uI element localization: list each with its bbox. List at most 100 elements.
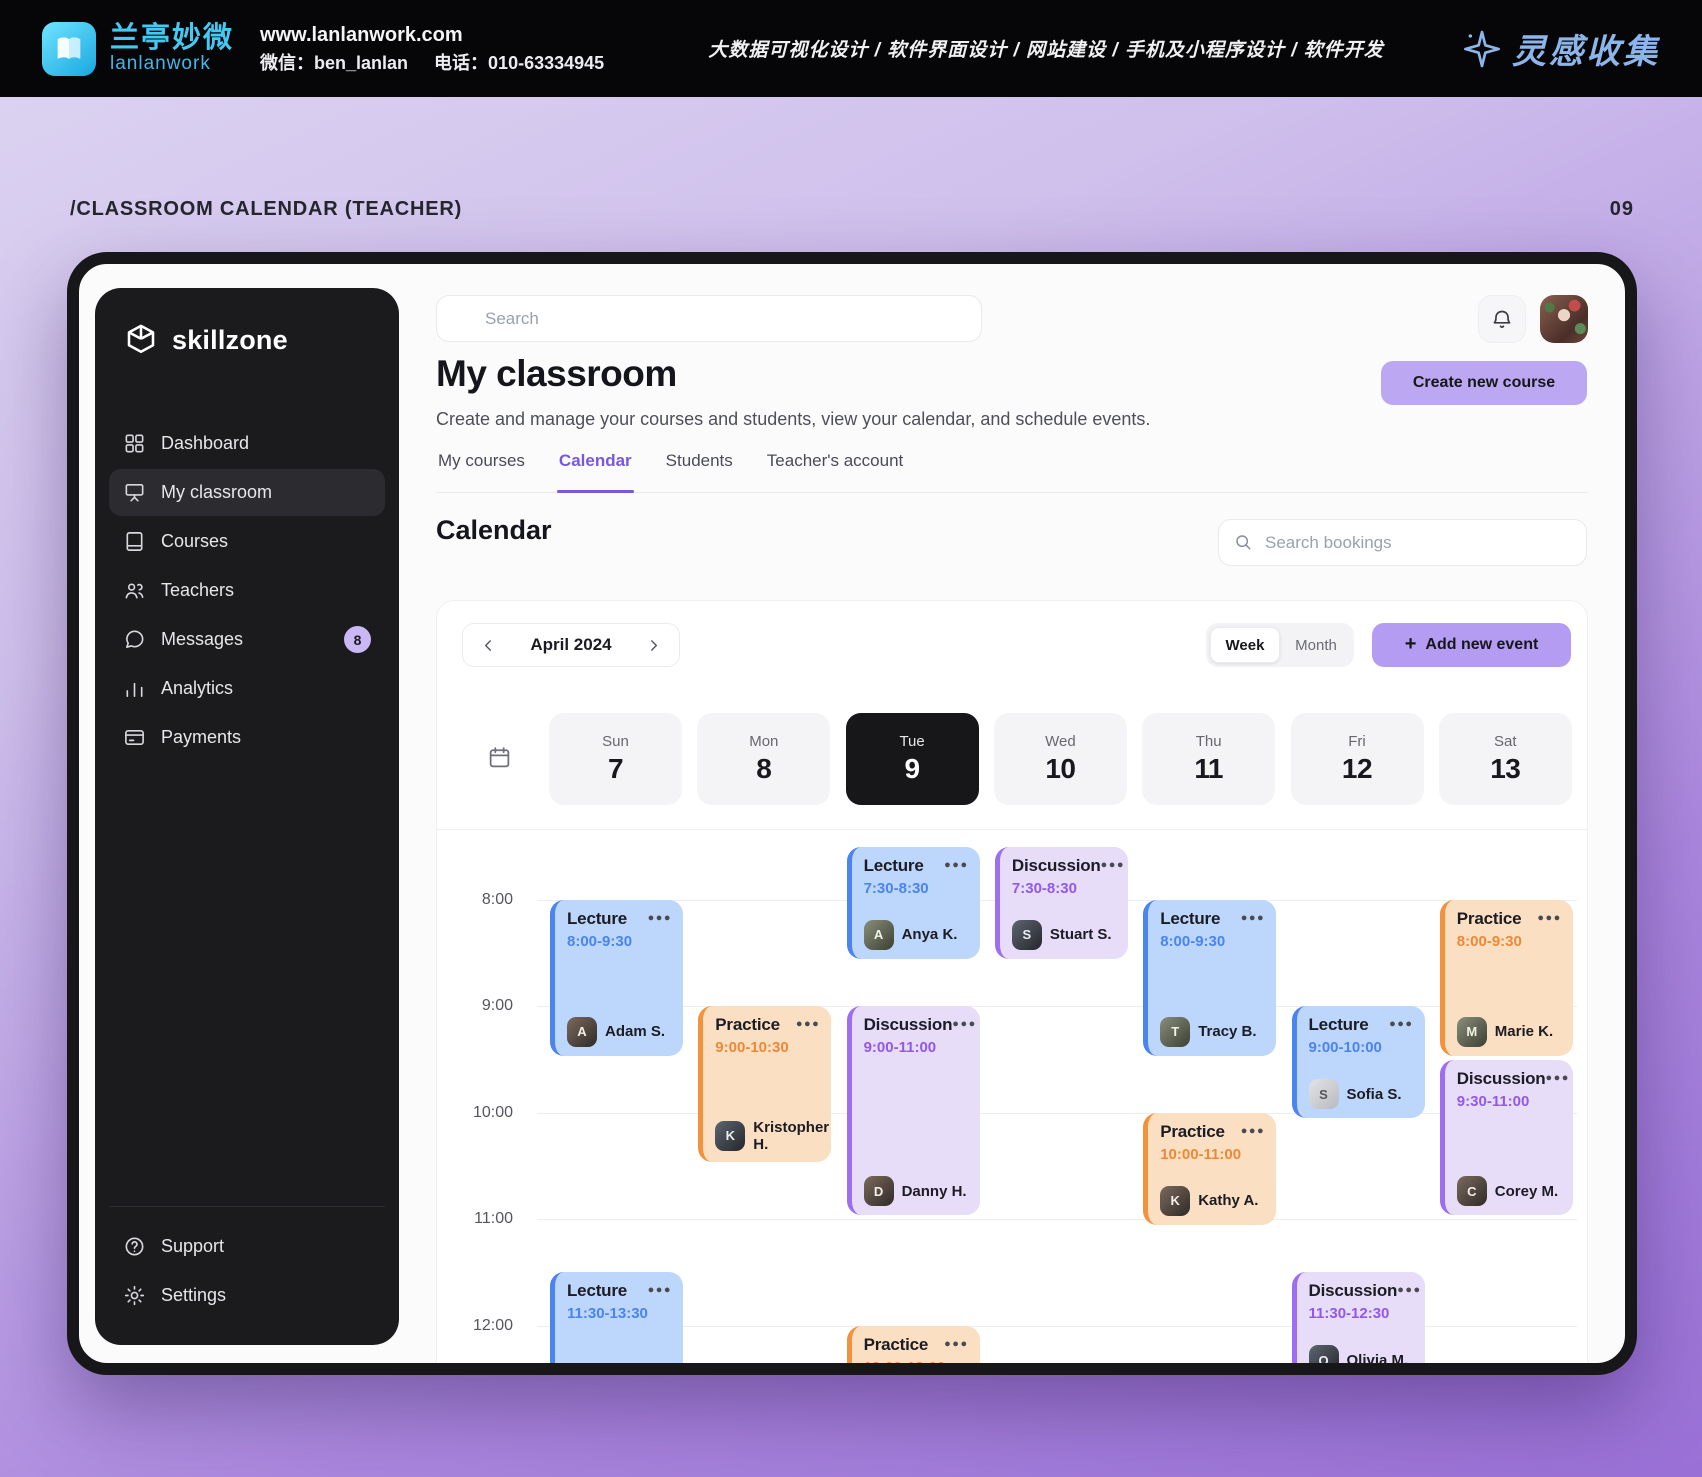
person-name: Sofia S. <box>1346 1085 1402 1103</box>
banner-url: www.lanlanwork.com <box>260 24 463 46</box>
event-discussion-9-00-11-00[interactable]: Discussion ●●● 9:00-11:00 D Danny H. <box>846 1006 980 1216</box>
event-practice-12-00-13-00[interactable]: Practice ●●● 12:00-13:00 <box>846 1325 980 1375</box>
event-title: Discussion <box>1456 1068 1546 1088</box>
toggle-week[interactable]: Week <box>1210 627 1280 663</box>
ellipsis-icon[interactable]: ●●● <box>648 1281 672 1297</box>
event-lecture-11-30-13-30[interactable]: Lecture ●●● 11:30-13:30 <box>550 1272 683 1363</box>
day-cell-tue[interactable]: Tue 9 <box>845 713 979 805</box>
sidebar-item-teachers[interactable]: Teachers <box>109 567 385 614</box>
event-title: Lecture <box>863 855 924 875</box>
ellipsis-icon[interactable]: ●●● <box>944 856 968 872</box>
person-name: Adam S. <box>605 1023 666 1041</box>
event-person: K Kristopher H. <box>715 1119 829 1153</box>
sidebar-item-messages[interactable]: Messages 8 <box>109 616 385 663</box>
event-person: O Olivia M. <box>1308 1345 1414 1363</box>
plus-icon: + <box>1404 632 1417 655</box>
day-number: 9 <box>904 753 921 784</box>
add-event-label: Add new event <box>1425 636 1539 653</box>
toggle-month[interactable]: Month <box>1282 627 1350 663</box>
chevron-left-icon[interactable] <box>477 634 499 656</box>
event-lecture-8-00-9-30[interactable]: Lecture ●●● 8:00-9:30 T Tracy B. <box>1143 900 1277 1056</box>
chevron-right-icon[interactable] <box>643 634 665 656</box>
event-lecture-8-00-9-30[interactable]: Lecture ●●● 8:00-9:30 A Adam S. <box>550 900 683 1056</box>
dashboard-icon <box>123 432 146 455</box>
event-lecture-9-00-10-00[interactable]: Lecture ●●● 9:00-10:00 S Sofia S. <box>1291 1006 1425 1119</box>
event-time: 9:30-11:00 <box>1456 1092 1530 1110</box>
day-number: 8 <box>756 753 772 784</box>
sidebar-item-label: Courses <box>161 531 229 551</box>
tab-teacher-s-account[interactable]: Teacher's account <box>765 447 906 492</box>
ellipsis-icon[interactable]: ●●● <box>648 909 672 925</box>
event-time: 9:00-10:30 <box>715 1039 789 1057</box>
avatar: S <box>1308 1079 1339 1110</box>
add-new-event-button[interactable]: + Add new event <box>1372 623 1571 667</box>
day-cell-thu[interactable]: Thu 11 <box>1142 713 1276 805</box>
day-cell-wed[interactable]: Wed 10 <box>993 713 1127 805</box>
sidebar-item-courses[interactable]: Courses <box>109 518 385 565</box>
search-input[interactable] <box>436 295 982 342</box>
sidebar-item-dashboard[interactable]: Dashboard <box>109 420 385 467</box>
banner-collect-logo: 灵感收集 <box>1462 24 1660 73</box>
event-practice-9-00-10-30[interactable]: Practice ●●● 9:00-10:30 K Kristopher H. <box>698 1006 832 1162</box>
event-time: 12:00-13:00 <box>863 1358 946 1375</box>
sidebar-item-label: My classroom <box>161 482 273 502</box>
payments-icon <box>123 726 146 749</box>
promo-banner: 兰亭妙微 lanlanwork www.lanlanwork.com 微信：be… <box>0 0 1702 97</box>
day-cell-mon[interactable]: Mon 8 <box>697 713 831 805</box>
ellipsis-icon[interactable]: ●●● <box>1101 856 1125 872</box>
sidebar-item-label: Payments <box>161 727 242 747</box>
sidebar-item-analytics[interactable]: Analytics <box>109 665 385 712</box>
tab-calendar[interactable]: Calendar <box>556 447 634 493</box>
search-bookings-input[interactable] <box>1218 519 1587 566</box>
avatar: A <box>567 1016 597 1047</box>
event-discussion-9-30-11-00[interactable]: Discussion ●●● 9:30-11:00 C Corey M. <box>1439 1059 1573 1216</box>
ellipsis-icon[interactable]: ●●● <box>1389 1015 1413 1031</box>
event-lecture-7-30-8-30[interactable]: Lecture ●●● 7:30-8:30 A Anya K. <box>846 846 980 959</box>
ellipsis-icon[interactable]: ●●● <box>952 1015 976 1031</box>
ellipsis-icon[interactable]: ●●● <box>1397 1281 1421 1297</box>
tab-my-courses[interactable]: My courses <box>436 447 527 492</box>
event-discussion-11-30-12-30[interactable]: Discussion ●●● 11:30-12:30 O Olivia M. <box>1291 1272 1425 1363</box>
event-discussion-7-30-8-30[interactable]: Discussion ●●● 7:30-8:30 S Stuart S. <box>994 846 1128 959</box>
day-cell-sat[interactable]: Sat 13 <box>1438 713 1572 805</box>
day-cell-sun[interactable]: Sun 7 <box>549 713 682 805</box>
person-name: Danny H. <box>901 1182 967 1200</box>
ellipsis-icon[interactable]: ●●● <box>1537 909 1561 925</box>
cube-icon <box>127 324 155 353</box>
sidebar-item-label: Teachers <box>161 580 235 600</box>
sidebar-item-label: Analytics <box>161 678 234 698</box>
event-person: K Kathy A. <box>1160 1185 1265 1216</box>
month-label: April 2024 <box>530 635 612 654</box>
ellipsis-icon[interactable]: ●●● <box>944 1335 968 1351</box>
tab-students[interactable]: Students <box>664 447 735 492</box>
banner-logo-title: 兰亭妙微 <box>110 22 235 55</box>
sidebar-item-settings[interactable]: Settings <box>109 1272 385 1319</box>
event-time: 7:30-8:30 <box>863 879 929 897</box>
ellipsis-icon[interactable]: ●●● <box>796 1015 820 1031</box>
user-avatar[interactable] <box>1540 295 1588 343</box>
sidebar-item-support[interactable]: Support <box>109 1223 385 1270</box>
person-name: Kristopher H. <box>753 1118 830 1153</box>
avatar: O <box>1308 1345 1339 1363</box>
settings-icon <box>123 1284 146 1307</box>
sidebar-item-my-classroom[interactable]: My classroom <box>109 469 385 516</box>
create-new-course-button[interactable]: Create new course <box>1381 361 1587 405</box>
sidebar-item-payments[interactable]: Payments <box>109 714 385 761</box>
ellipsis-icon[interactable]: ●●● <box>1546 1069 1570 1085</box>
sidebar: skillzone Dashboard My classroom Courses Te… <box>95 288 399 1345</box>
event-practice-10-00-11-00[interactable]: Practice ●●● 10:00-11:00 K Kathy A. <box>1143 1112 1277 1225</box>
tabs: My courses Calendar Students Teacher's acco… <box>436 447 1588 493</box>
ellipsis-icon[interactable]: ●●● <box>1241 1122 1265 1138</box>
event-title: Lecture <box>567 1281 628 1301</box>
ellipsis-icon[interactable]: ●●● <box>1241 909 1265 925</box>
notifications-button[interactable] <box>1478 295 1526 343</box>
event-person: D Danny H. <box>863 1176 969 1207</box>
page-number: 09 <box>1609 198 1634 220</box>
banner-collect-label: 灵感收集 <box>1512 34 1660 71</box>
support-icon <box>123 1235 146 1258</box>
day-cell-fri[interactable]: Fri 12 <box>1290 713 1424 805</box>
sparkle-star-icon <box>1464 30 1500 67</box>
event-person: C Corey M. <box>1456 1176 1562 1207</box>
event-practice-8-00-9-30[interactable]: Practice ●●● 8:00-9:30 M Marie K. <box>1439 900 1573 1056</box>
person-name: Kathy A. <box>1198 1192 1259 1210</box>
